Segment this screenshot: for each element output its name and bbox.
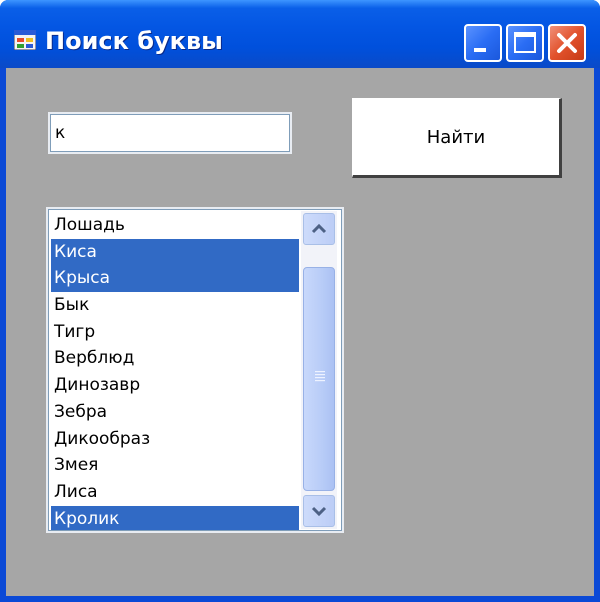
scroll-thumb[interactable] <box>303 267 335 491</box>
list-item[interactable]: Крыса <box>51 265 299 293</box>
animal-listbox[interactable]: Лошадь Киса Крыса Бык Тигр Верблюд Динозавр Зеб… <box>46 207 344 533</box>
maximize-icon <box>514 32 536 53</box>
list-item[interactable]: Змея <box>51 452 299 479</box>
list-items: Лошадь Киса Крыса Бык Тигр Верблюд Динозавр Зеб… <box>51 212 299 530</box>
vertical-scrollbar[interactable] <box>301 211 337 529</box>
list-item[interactable]: Динозавр <box>51 372 299 399</box>
list-item[interactable]: Лиса <box>51 479 299 506</box>
list-item[interactable]: Дикообраз <box>51 426 299 453</box>
list-item[interactable]: Бык <box>51 292 299 319</box>
client-area: к Найти Лошадь Киса Крыса Бык Тигр Верблюд Дин… <box>6 68 594 596</box>
app-window-icon <box>14 30 36 50</box>
title-bar[interactable]: Поиск буквы <box>0 0 600 68</box>
search-input-value: к <box>55 123 66 143</box>
scroll-up-button[interactable] <box>303 213 335 245</box>
application-window: Поиск буквы к Найти Лошадь Киса Крыса Бык Ти… <box>0 0 600 602</box>
close-button[interactable] <box>548 24 586 62</box>
search-input[interactable]: к <box>48 112 292 154</box>
close-icon <box>557 33 577 53</box>
maximize-button[interactable] <box>506 24 544 62</box>
list-item[interactable]: Зебра <box>51 399 299 426</box>
list-item[interactable]: Киса <box>51 238 299 266</box>
list-item[interactable]: Лошадь <box>51 212 299 239</box>
list-item[interactable]: Тигр <box>51 319 299 346</box>
window-title: Поиск буквы <box>45 27 223 55</box>
list-item[interactable]: Верблюд <box>51 345 299 372</box>
chevron-up-icon <box>311 223 327 234</box>
list-item[interactable]: Кролик <box>51 505 299 530</box>
chevron-down-icon <box>311 506 327 517</box>
find-button[interactable]: Найти <box>352 98 562 178</box>
grip-icon <box>315 371 325 382</box>
minimize-button[interactable] <box>464 24 502 62</box>
minimize-icon <box>474 48 486 52</box>
scroll-down-button[interactable] <box>303 495 335 527</box>
